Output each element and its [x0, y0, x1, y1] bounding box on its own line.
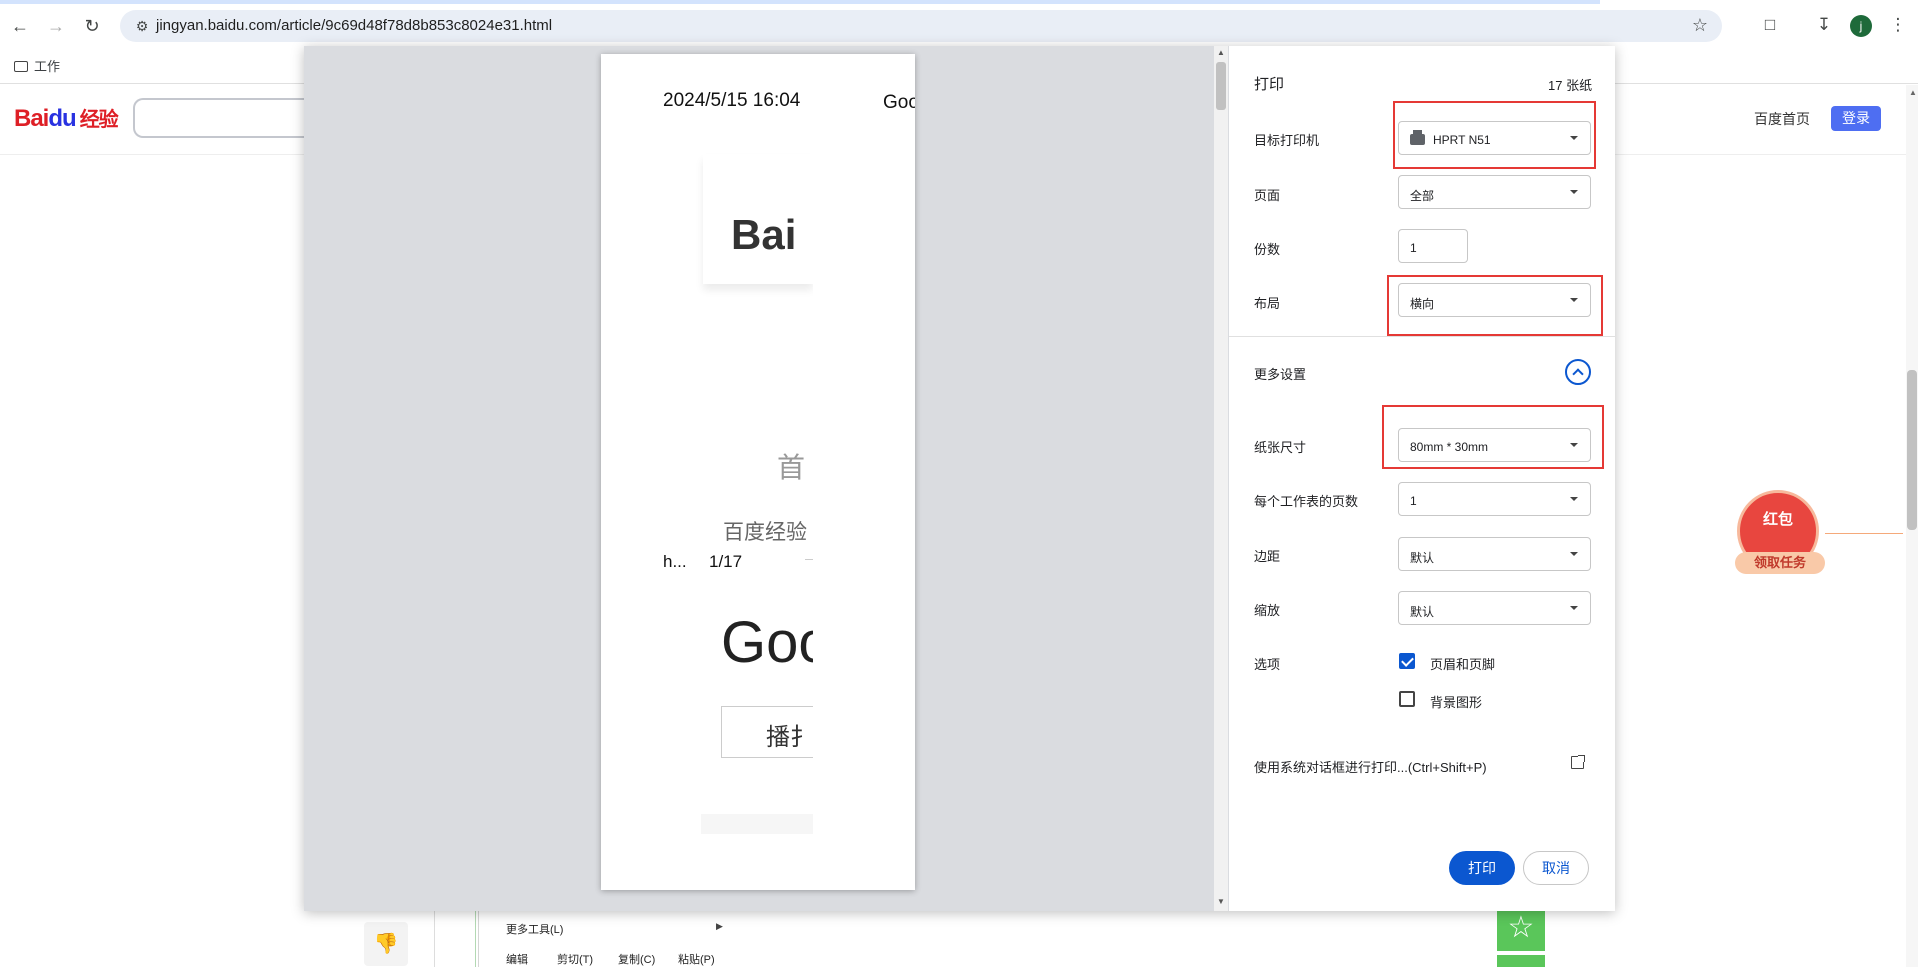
- login-button[interactable]: 登录: [1831, 106, 1881, 131]
- more-settings-label: 更多设置: [1254, 367, 1307, 382]
- layout-label: 布局: [1254, 296, 1281, 311]
- menu-item-more-tools: 更多工具(L): [506, 924, 564, 936]
- preview-scroll-thumb[interactable]: [1216, 62, 1226, 110]
- menu-item-cut: 剪切(T): [557, 954, 594, 966]
- folder-icon: [14, 61, 28, 72]
- preview-page: 2024/5/15 16:04 Goo Bai 首 百度经验 Goo 播扌 Go…: [601, 54, 915, 890]
- redpacket-task-button[interactable]: 领取任务: [1735, 552, 1825, 574]
- pages-per-sheet-label: 每个工作表的页数: [1254, 494, 1359, 509]
- scale-value: 默认: [1410, 605, 1435, 619]
- copies-input[interactable]: 1: [1398, 229, 1468, 263]
- highlight-box-paper: [1382, 405, 1604, 469]
- menu-item-edit: 编辑: [506, 954, 528, 966]
- redpacket-widget[interactable]: 红包 领取任务: [1735, 490, 1825, 582]
- preview-page-number: 1/17: [709, 552, 743, 571]
- headers-footers-checkbox[interactable]: [1399, 653, 1415, 669]
- open-external-icon[interactable]: [1571, 755, 1585, 769]
- scroll-down-icon[interactable]: ▼: [1217, 897, 1225, 906]
- bookmark-folder[interactable]: 工作: [14, 56, 60, 75]
- baidu-search-input[interactable]: [133, 98, 313, 138]
- preview-footer-url: h...: [663, 552, 687, 571]
- sheet-count: 17 张纸: [1548, 78, 1593, 93]
- bookmark-star-icon[interactable]: ☆: [1692, 15, 1708, 36]
- margins-select[interactable]: 默认: [1398, 537, 1591, 571]
- preview-text-shou: 首: [777, 452, 806, 483]
- reload-icon[interactable]: ↻: [80, 14, 104, 38]
- url-text[interactable]: jingyan.baidu.com/article/9c69d48f78d8b8…: [156, 17, 552, 34]
- preview-header-title-overlay: Goo: [883, 92, 915, 113]
- chevron-down-icon: [1570, 552, 1578, 556]
- margins-value: 默认: [1410, 551, 1435, 565]
- cancel-button[interactable]: 取消: [1523, 851, 1589, 885]
- background-graphics-label[interactable]: 背景图形: [1430, 692, 1482, 711]
- preview-play-button: 播扌: [721, 706, 821, 758]
- print-button[interactable]: 打印: [1449, 851, 1515, 885]
- settings-divider: [1229, 336, 1615, 337]
- preview-clip-area: [813, 54, 915, 890]
- preview-fade: [701, 814, 813, 834]
- scroll-up-icon[interactable]: ▲: [1909, 88, 1917, 97]
- address-bar[interactable]: ⚙ jingyan.baidu.com/article/9c69d48f78d8…: [120, 10, 1722, 42]
- print-title: 打印: [1254, 76, 1285, 93]
- download-icon[interactable]: ↧: [1811, 12, 1837, 38]
- preview-baidu-logo: Bai: [731, 211, 797, 258]
- menu-item-paste: 粘贴(P): [678, 954, 715, 966]
- background-graphics-checkbox[interactable]: [1399, 691, 1415, 707]
- preview-date: 2024/5/15 16:04: [663, 90, 801, 111]
- favorite-star-icon[interactable]: ☆: [1497, 905, 1545, 951]
- more-settings-toggle[interactable]: [1565, 359, 1591, 385]
- site-info-icon[interactable]: ⚙: [132, 16, 152, 36]
- scale-select[interactable]: 默认: [1398, 591, 1591, 625]
- pages-per-sheet-select[interactable]: 1: [1398, 482, 1591, 516]
- margins-label: 边距: [1254, 549, 1281, 564]
- menu-dots-icon[interactable]: ⋮: [1885, 12, 1911, 38]
- highlight-box-printer: [1393, 101, 1596, 169]
- redpacket-connector: [1825, 533, 1903, 534]
- pages-label: 页面: [1254, 188, 1281, 203]
- system-dialog-link[interactable]: 使用系统对话框进行打印...(Ctrl+Shift+P): [1254, 757, 1487, 776]
- pages-per-sheet-value: 1: [1410, 494, 1417, 508]
- preview-text-baidujy: 百度经验: [723, 520, 807, 544]
- menu-item-copy: 复制(C): [618, 954, 656, 966]
- printer-label: 目标打印机: [1254, 133, 1320, 148]
- divider: [434, 910, 435, 967]
- back-icon[interactable]: ←: [8, 14, 32, 38]
- highlight-box-layout: [1387, 275, 1603, 336]
- headers-footers-label[interactable]: 页眉和页脚: [1430, 654, 1495, 673]
- scale-label: 缩放: [1254, 603, 1281, 618]
- page-scroll-thumb[interactable]: [1907, 370, 1917, 530]
- paper-size-label: 纸张尺寸: [1254, 440, 1307, 455]
- baidu-home-link[interactable]: 百度首页: [1754, 109, 1810, 129]
- pages-value: 全部: [1410, 189, 1435, 203]
- thumbs-down-icon[interactable]: 👎: [364, 922, 408, 966]
- submenu-arrow-icon: ▶: [716, 921, 723, 931]
- redpacket-title: 红包: [1762, 511, 1793, 528]
- forward-icon[interactable]: →: [44, 14, 68, 38]
- profile-avatar[interactable]: j: [1850, 15, 1872, 37]
- tab-strip-edge: [0, 0, 1918, 4]
- bookmark-label: 工作: [34, 59, 61, 74]
- chevron-down-icon: [1570, 190, 1578, 194]
- divider: [475, 910, 476, 967]
- preview-scrollbar[interactable]: [1214, 46, 1228, 911]
- scroll-up-icon[interactable]: ▲: [1217, 48, 1225, 57]
- green-button[interactable]: [1497, 955, 1545, 967]
- copies-label: 份数: [1254, 242, 1281, 257]
- extensions-icon[interactable]: □: [1757, 12, 1783, 38]
- chevron-down-icon: [1570, 606, 1578, 610]
- chevron-up-icon: [1572, 368, 1584, 380]
- baidu-jingyan-logo[interactable]: Baidu 经验: [14, 103, 119, 133]
- chevron-down-icon: [1570, 497, 1578, 501]
- pages-select[interactable]: 全部: [1398, 175, 1591, 209]
- options-label: 选项: [1254, 657, 1281, 672]
- preview-logo-card: Bai: [703, 154, 813, 284]
